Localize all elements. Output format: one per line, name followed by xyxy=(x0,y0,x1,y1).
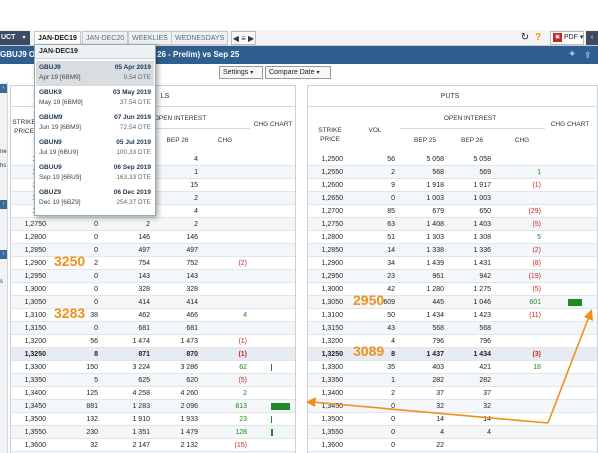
arrow-head-left xyxy=(306,397,316,407)
arrow-to-puts xyxy=(547,313,591,424)
annotation-arrows xyxy=(306,309,593,424)
options-oi-report: UCT ▾ JAN-DEC19 JAN-DEC20 WEEKLIES WEDNE… xyxy=(0,0,598,453)
arrow-to-calls xyxy=(311,401,549,424)
